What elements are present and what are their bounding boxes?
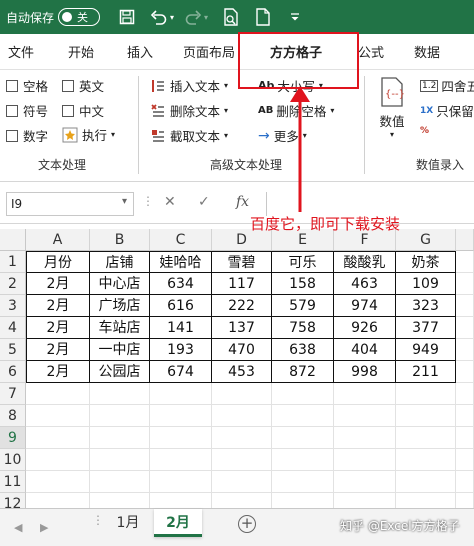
annotation-text: 百度它，即可下载安装 bbox=[250, 215, 401, 233]
annotation-arrow bbox=[290, 86, 310, 212]
